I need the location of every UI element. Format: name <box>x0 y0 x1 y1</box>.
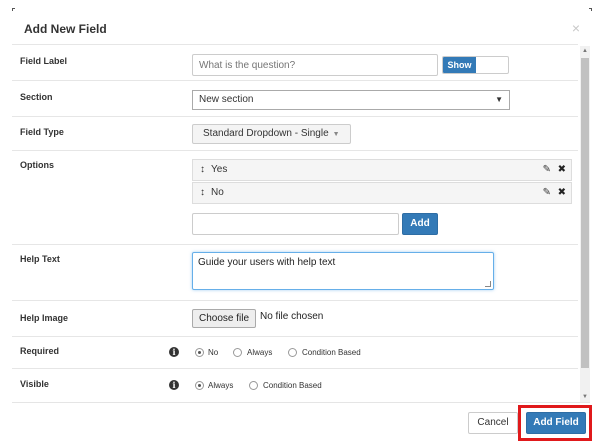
scroll-up-icon[interactable]: ▲ <box>580 46 590 56</box>
field-type-row: Field Type Standard Dropdown - Single ▼ <box>12 116 578 150</box>
required-always-label: Always <box>247 348 273 357</box>
option-label: Yes <box>211 164 228 175</box>
option-label: No <box>211 187 224 198</box>
add-field-button[interactable]: Add Field <box>526 412 586 434</box>
edit-icon[interactable]: ✎ <box>543 160 551 180</box>
field-label-label: Field Label <box>20 56 68 66</box>
help-image-row: Help Image Choose file No file chosen <box>12 300 578 336</box>
caret-down-icon: ▼ <box>332 131 340 138</box>
field-type-dropdown[interactable]: Standard Dropdown - Single ▼ <box>192 124 351 144</box>
help-text-value: Guide your users with help text <box>198 257 336 268</box>
close-icon[interactable]: × <box>572 20 580 36</box>
option-item[interactable]: ↕ No ✎ ✖ <box>192 182 572 204</box>
file-status: No file chosen <box>260 311 324 322</box>
modal-header: Add New Field × <box>0 0 604 46</box>
help-image-label: Help Image <box>20 313 69 323</box>
modal-footer: Cancel Add Field <box>12 402 592 441</box>
options-label: Options <box>20 160 54 170</box>
scrollbar[interactable]: ▲ ▼ <box>580 46 590 402</box>
required-condition-radio[interactable] <box>288 348 297 357</box>
resize-handle-icon[interactable] <box>485 281 491 287</box>
show-toggle[interactable]: Show <box>442 56 509 74</box>
required-label: Required <box>20 346 60 356</box>
new-option-input[interactable] <box>192 213 399 235</box>
field-label-input[interactable] <box>192 54 438 76</box>
add-option-button[interactable]: Add <box>402 213 438 235</box>
required-no-radio[interactable] <box>195 348 204 357</box>
edit-icon[interactable]: ✎ <box>543 183 551 203</box>
chevron-down-icon: ▼ <box>495 95 503 104</box>
scroll-thumb[interactable] <box>581 58 589 368</box>
required-no-label: No <box>208 348 219 357</box>
field-type-label: Field Type <box>20 127 64 137</box>
field-label-row: Field Label Show <box>12 44 578 80</box>
delete-icon[interactable]: ✖ <box>558 160 566 180</box>
visible-condition-label: Condition Based <box>263 381 322 390</box>
required-condition-label: Condition Based <box>302 348 361 357</box>
section-row: Section New section ▼ <box>12 80 578 116</box>
required-row: Required i No Always Condition Based <box>12 336 578 368</box>
visible-always-radio[interactable] <box>195 381 204 390</box>
help-text-row: Help Text Guide your users with help tex… <box>12 244 578 300</box>
help-text-textarea[interactable]: Guide your users with help text <box>192 252 494 290</box>
field-type-value: Standard Dropdown - Single <box>203 128 329 139</box>
visible-row: Visible i Always Condition Based <box>12 368 578 402</box>
section-select-value: New section <box>199 94 254 105</box>
option-item[interactable]: ↕ Yes ✎ ✖ <box>192 159 572 181</box>
drag-handle-icon[interactable]: ↕ <box>200 160 205 180</box>
visible-label: Visible <box>20 379 49 389</box>
help-text-label: Help Text <box>20 254 60 264</box>
options-row: Options ↕ Yes ✎ ✖ ↕ No ✎ ✖ Add <box>12 150 578 244</box>
visible-condition-radio[interactable] <box>249 381 258 390</box>
info-icon[interactable]: i <box>169 380 179 390</box>
cancel-button[interactable]: Cancel <box>468 412 518 434</box>
modal-title: Add New Field <box>24 22 107 36</box>
required-always-radio[interactable] <box>233 348 242 357</box>
scroll-down-icon[interactable]: ▼ <box>580 392 590 402</box>
info-icon[interactable]: i <box>169 347 179 357</box>
section-label: Section <box>20 92 53 102</box>
modal-body: Field Label Show Section New section ▼ F… <box>12 44 578 402</box>
section-select[interactable]: New section ▼ <box>192 90 510 110</box>
delete-icon[interactable]: ✖ <box>558 183 566 203</box>
choose-file-button[interactable]: Choose file <box>192 309 257 328</box>
show-button[interactable]: Show <box>443 57 476 73</box>
drag-handle-icon[interactable]: ↕ <box>200 183 205 203</box>
visible-always-label: Always <box>208 381 234 390</box>
